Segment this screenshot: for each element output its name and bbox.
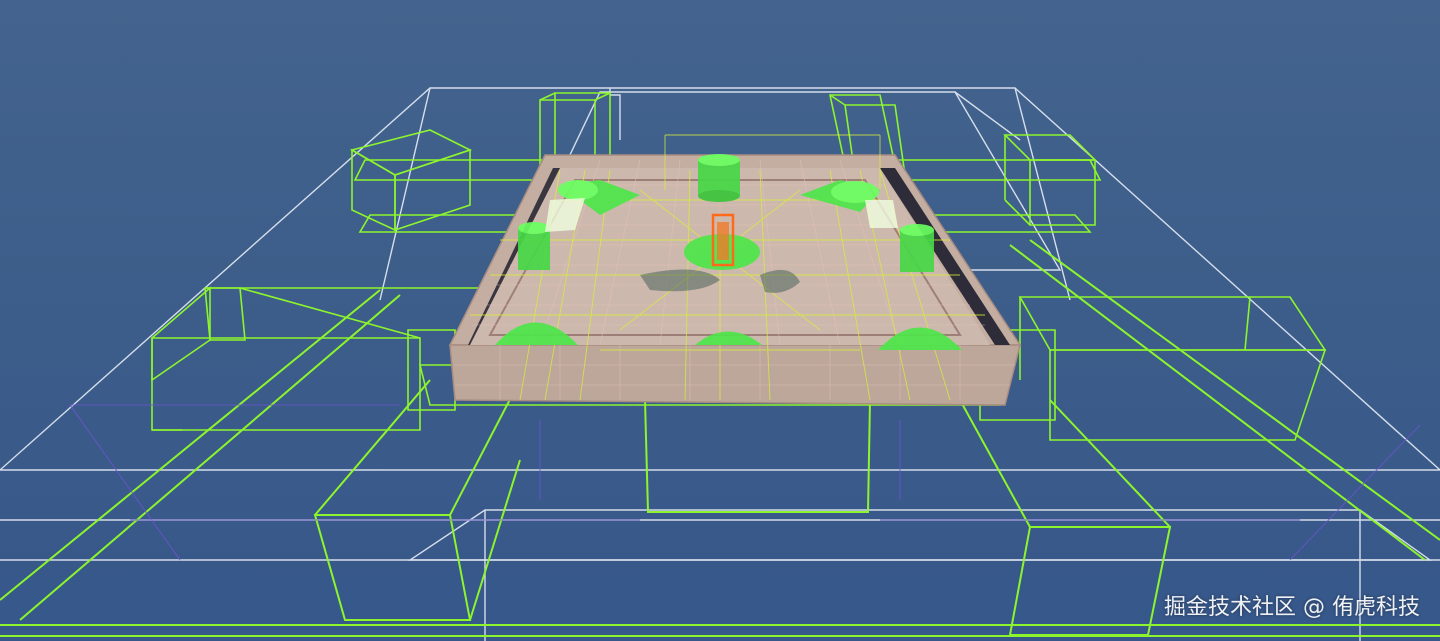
right-side-panel: [865, 200, 898, 228]
right-mid-cylinder: [900, 224, 934, 272]
scene-render: [0, 87, 1440, 641]
watermark-label: 掘金技术社区 @ 侑虎科技: [1164, 595, 1420, 620]
top-cylinder: [698, 154, 740, 202]
left-mid-cylinder: [518, 222, 550, 270]
navmesh-lines: [69, 404, 1421, 561]
3d-viewport[interactable]: 掘金技术社区 @ 侑虎科技: [0, 0, 1440, 641]
